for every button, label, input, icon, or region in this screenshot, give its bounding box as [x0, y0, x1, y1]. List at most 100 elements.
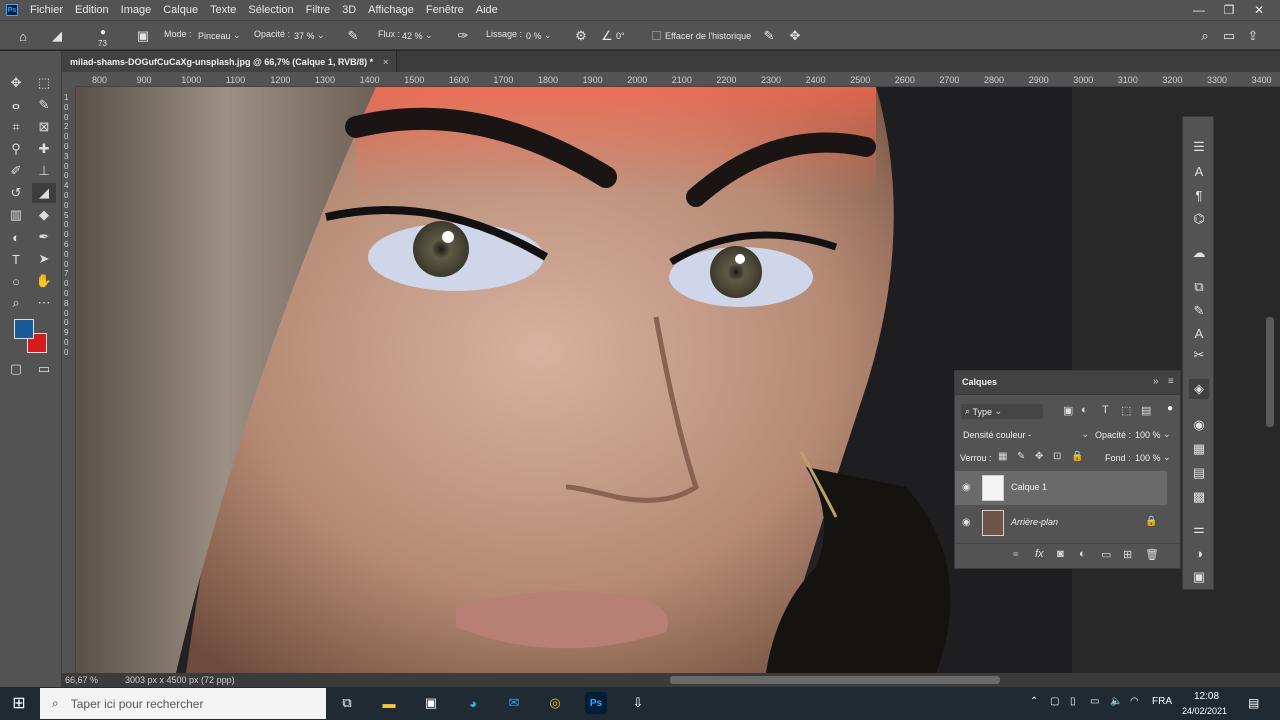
- menu-fenetre[interactable]: Fenêtre: [420, 4, 470, 16]
- download-app-icon[interactable]: ⇩: [627, 692, 649, 714]
- swatches-icon[interactable]: ▦: [1189, 439, 1209, 459]
- lissage-input[interactable]: 0 % ⌄: [526, 28, 564, 43]
- lock-transparent-icon[interactable]: ▦: [998, 451, 1007, 462]
- menu-aide[interactable]: Aide: [470, 4, 504, 16]
- blend-mode-select[interactable]: Densité couleur - ⌄: [961, 427, 1089, 442]
- pressure-opacity-icon[interactable]: ✎: [344, 27, 362, 45]
- gradients-icon[interactable]: ▤: [1189, 463, 1209, 483]
- filter-pixel-icon[interactable]: ▣: [1063, 404, 1073, 417]
- tools-preset-icon[interactable]: ✂: [1189, 345, 1209, 365]
- lock-all-icon[interactable]: 🔒: [1071, 451, 1083, 462]
- filter-smart-object-icon[interactable]: ▤: [1141, 404, 1151, 417]
- clock-time[interactable]: 12:08: [1194, 691, 1219, 702]
- fx-icon[interactable]: fx: [1035, 548, 1044, 560]
- windows-start-icon[interactable]: ⊞: [8, 692, 30, 714]
- mail-icon[interactable]: ✉: [503, 692, 525, 714]
- menu-affichage[interactable]: Affichage: [362, 4, 420, 16]
- symmetry-icon[interactable]: ✥: [786, 27, 804, 45]
- libraries-icon[interactable]: ☁: [1189, 243, 1209, 263]
- type-tool-icon[interactable]: T: [4, 249, 28, 269]
- layers-panel-title[interactable]: Calques: [962, 377, 997, 387]
- document-tab[interactable]: milad-shams-DOGufCuCaXg-unsplash.jpg @ 6…: [62, 51, 398, 72]
- menu-edition[interactable]: Edition: [69, 4, 115, 16]
- marquee-tool-icon[interactable]: ⬚: [32, 73, 56, 93]
- styles-icon[interactable]: ◑: [1189, 543, 1209, 563]
- document-tab-close-icon[interactable]: ×: [383, 57, 388, 67]
- tray-volume-icon[interactable]: 🔈: [1110, 696, 1122, 707]
- lasso-tool-icon[interactable]: ⴰ: [4, 95, 28, 115]
- filter-shape-icon[interactable]: ⬚: [1121, 404, 1131, 417]
- lock-position-icon[interactable]: ✥: [1035, 451, 1043, 462]
- clock-date[interactable]: 24/02/2021: [1182, 706, 1227, 716]
- layers-panel-icon[interactable]: ◈: [1189, 379, 1209, 399]
- frame-tool-icon[interactable]: ⊠: [32, 117, 56, 137]
- lock-artboard-icon[interactable]: ⊡: [1053, 451, 1061, 462]
- search-icon[interactable]: ⌕: [1196, 27, 1214, 45]
- new-group-icon[interactable]: ▭: [1101, 548, 1111, 561]
- lock-image-icon[interactable]: ✎: [1017, 451, 1025, 462]
- navigator-icon[interactable]: ▣: [1189, 567, 1209, 587]
- close-button[interactable]: ✕: [1244, 0, 1274, 20]
- eraser-tool-preset-icon[interactable]: ◢: [48, 27, 66, 45]
- task-view-icon[interactable]: ⧉: [336, 692, 358, 714]
- brush-settings-panel-icon[interactable]: ✎: [1189, 301, 1209, 321]
- panel-collapse-icon[interactable]: »: [1153, 376, 1159, 387]
- link-layers-icon[interactable]: ⚭: [1011, 548, 1020, 561]
- maximize-button[interactable]: ❐: [1214, 0, 1244, 20]
- healing-tool-icon[interactable]: ✚: [32, 139, 56, 159]
- opacity-input[interactable]: 37 % ⌄: [294, 28, 332, 43]
- zoom-level[interactable]: 66,67 %: [65, 675, 98, 685]
- layer-row-arriere-plan[interactable]: ◉ Arrière-plan 🔒: [955, 506, 1180, 540]
- paragraph-icon[interactable]: ¶: [1189, 185, 1209, 205]
- photoshop-taskbar-icon[interactable]: Ps: [585, 692, 607, 714]
- dodge-tool-icon[interactable]: ◐: [4, 227, 28, 247]
- move-tool-icon[interactable]: ✥: [4, 73, 28, 93]
- filter-type-select[interactable]: ⌕ Type ⌄: [961, 404, 1043, 419]
- mode-select[interactable]: Pinceau ⌄: [198, 28, 246, 43]
- stamp-tool-icon[interactable]: ⊥: [32, 161, 56, 181]
- menu-fichier[interactable]: Fichier: [24, 4, 69, 16]
- horizontal-scrollbar-thumb[interactable]: [670, 676, 1000, 684]
- blur-tool-icon[interactable]: ◆: [32, 205, 56, 225]
- path-select-tool-icon[interactable]: ➤: [32, 249, 56, 269]
- brush-settings-icon[interactable]: ▣: [134, 27, 152, 45]
- visibility-eye-icon[interactable]: ◉: [962, 517, 974, 529]
- gradient-tool-icon[interactable]: ▥: [4, 205, 28, 225]
- shape-tool-icon[interactable]: ○: [4, 271, 28, 291]
- gear-icon[interactable]: ⚙: [572, 27, 590, 45]
- tray-expand-icon[interactable]: ⌃: [1030, 696, 1038, 707]
- quick-select-tool-icon[interactable]: ✎: [32, 95, 56, 115]
- effacer-historique-checkbox[interactable]: Effacer de l'historique: [652, 28, 751, 43]
- eyedropper-tool-icon[interactable]: ⚲: [4, 139, 28, 159]
- flux-input[interactable]: 42 % ⌄: [402, 28, 444, 43]
- adjustments-icon[interactable]: ⚌: [1189, 519, 1209, 539]
- layer-opacity-input[interactable]: 100 % ⌄: [1135, 427, 1175, 442]
- filter-type-icon[interactable]: T: [1102, 404, 1109, 416]
- home-icon[interactable]: ⌂: [14, 27, 32, 45]
- crop-tool-icon[interactable]: ⌗: [4, 117, 28, 137]
- layer-name[interactable]: Arrière-plan: [1011, 517, 1058, 527]
- character-icon[interactable]: A: [1189, 161, 1209, 181]
- pressure-size-icon[interactable]: ✎: [760, 27, 778, 45]
- store-icon[interactable]: ▣: [420, 692, 442, 714]
- add-mask-icon[interactable]: ◙: [1057, 548, 1064, 560]
- panel-menu-icon[interactable]: ≡: [1168, 376, 1174, 387]
- visibility-eye-icon[interactable]: ◉: [962, 482, 974, 494]
- tray-phone-icon[interactable]: ▯: [1070, 696, 1076, 707]
- minimize-button[interactable]: —: [1184, 0, 1214, 20]
- share-icon[interactable]: ⇪: [1244, 27, 1262, 45]
- pen-tool-icon[interactable]: ✒: [32, 227, 56, 247]
- layer-name[interactable]: Calque 1: [1011, 482, 1047, 492]
- menu-image[interactable]: Image: [115, 4, 158, 16]
- menu-calque[interactable]: Calque: [157, 4, 204, 16]
- airbrush-icon[interactable]: ✑: [454, 27, 472, 45]
- tray-network-icon[interactable]: ◠: [1130, 696, 1139, 707]
- menu-texte[interactable]: Texte: [204, 4, 242, 16]
- workspace-icon[interactable]: ▭: [1220, 27, 1238, 45]
- new-layer-icon[interactable]: ⊞: [1123, 548, 1132, 561]
- patterns-icon[interactable]: ▩: [1189, 487, 1209, 507]
- edge-icon[interactable]: ◕: [462, 692, 484, 714]
- eraser-tool-icon[interactable]: ◢: [32, 183, 56, 203]
- zoom-tool-icon[interactable]: ⌕: [4, 293, 28, 313]
- language-indicator[interactable]: FRA: [1152, 696, 1172, 707]
